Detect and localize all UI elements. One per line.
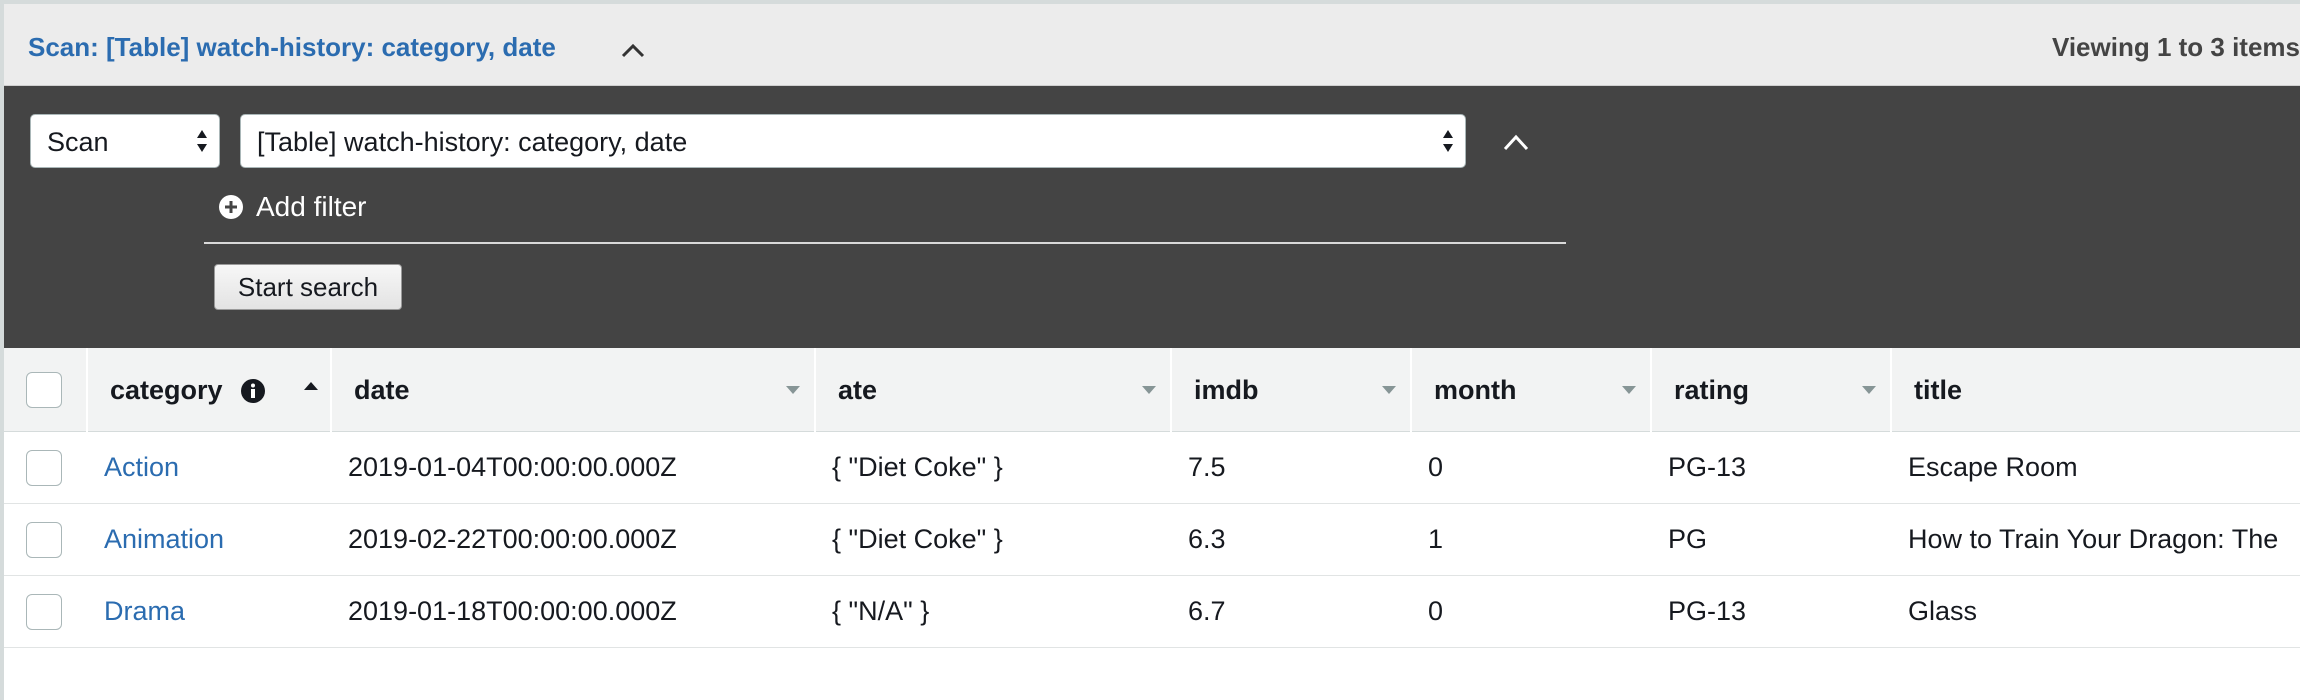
column-header-month[interactable]: month — [1412, 348, 1652, 432]
table-row[interactable]: Animation 2019-02-22T00:00:00.000Z { "Di… — [4, 504, 2300, 576]
month-cell: 0 — [1428, 452, 1444, 482]
table-index-select-value: [Table] watch-history: category, date — [257, 127, 688, 157]
column-label: title — [1914, 375, 1963, 405]
table-row[interactable]: Action 2019-01-04T00:00:00.000Z { "Diet … — [4, 432, 2300, 504]
column-label: date — [354, 375, 410, 405]
category-link[interactable]: Drama — [104, 596, 185, 627]
select-all-checkbox[interactable] — [26, 372, 62, 408]
search-panel: Scan [Table] watch-history: category, da… — [4, 86, 2300, 348]
column-label: ate — [838, 375, 878, 405]
scan-query-select-value: Scan — [47, 127, 109, 157]
items-table: category date ate imdb month rating titl… — [4, 348, 2300, 648]
rating-cell: PG-13 — [1668, 596, 1747, 626]
date-cell: 2019-01-18T00:00:00.000Z — [348, 596, 677, 626]
column-header-imdb[interactable]: imdb — [1172, 348, 1412, 432]
ate-cell: { "Diet Coke" } — [832, 452, 1003, 482]
imdb-cell: 6.7 — [1188, 596, 1226, 626]
table-header: category date ate imdb month rating titl… — [4, 348, 2300, 432]
column-label: rating — [1674, 375, 1750, 405]
column-label: imdb — [1194, 375, 1259, 405]
row-checkbox[interactable] — [26, 594, 62, 630]
table-row[interactable]: Drama 2019-01-18T00:00:00.000Z { "N/A" }… — [4, 576, 2300, 648]
category-link[interactable]: Action — [104, 452, 179, 483]
caret-down-icon[interactable] — [786, 386, 800, 394]
table-index-select[interactable]: [Table] watch-history: category, date — [240, 114, 1466, 168]
date-cell: 2019-02-22T00:00:00.000Z — [348, 524, 677, 554]
ate-cell: { "N/A" } — [832, 596, 930, 626]
caret-down-icon[interactable] — [1382, 386, 1396, 394]
caret-down-icon[interactable] — [1142, 386, 1156, 394]
chevron-up-icon[interactable] — [620, 40, 646, 60]
column-label: category — [110, 375, 223, 405]
column-header-rating[interactable]: rating — [1652, 348, 1892, 432]
month-cell: 0 — [1428, 596, 1444, 626]
column-header-ate[interactable]: ate — [816, 348, 1172, 432]
column-header-title[interactable]: title — [1892, 348, 2300, 432]
rating-cell: PG — [1668, 524, 1708, 554]
info-icon[interactable] — [240, 378, 266, 404]
rating-cell: PG-13 — [1668, 452, 1747, 482]
chevron-up-icon[interactable] — [1501, 130, 1531, 154]
select-caret-icon — [197, 130, 207, 152]
select-all-column — [4, 348, 88, 432]
scan-header: Scan: [Table] watch-history: category, d… — [4, 0, 2300, 86]
title-cell: How to Train Your Dragon: The — [1908, 524, 2279, 554]
scan-query-select[interactable]: Scan — [30, 114, 220, 168]
ate-cell: { "Diet Coke" } — [832, 524, 1003, 554]
row-checkbox[interactable] — [26, 450, 62, 486]
caret-down-icon[interactable] — [1862, 386, 1876, 394]
filter-divider — [204, 242, 1566, 244]
date-cell: 2019-01-04T00:00:00.000Z — [348, 452, 677, 482]
add-filter-button[interactable]: Add filter — [218, 190, 367, 224]
viewing-count: Viewing 1 to 3 items — [2051, 32, 2300, 62]
category-link[interactable]: Animation — [104, 524, 224, 555]
row-checkbox[interactable] — [26, 522, 62, 558]
column-header-date[interactable]: date — [332, 348, 816, 432]
column-label: month — [1434, 375, 1517, 405]
select-caret-icon — [1443, 130, 1453, 152]
month-cell: 1 — [1428, 524, 1444, 554]
sort-ascending-icon[interactable] — [304, 382, 318, 390]
plus-circle-icon — [219, 195, 243, 219]
caret-down-icon[interactable] — [1622, 386, 1636, 394]
imdb-cell: 6.3 — [1188, 524, 1226, 554]
title-cell: Escape Room — [1908, 452, 2078, 482]
dynamodb-items-view: Scan: [Table] watch-history: category, d… — [0, 0, 2300, 700]
column-header-category[interactable]: category — [88, 348, 332, 432]
scan-title[interactable]: Scan: [Table] watch-history: category, d… — [28, 32, 556, 63]
start-search-button[interactable]: Start search — [214, 264, 402, 310]
add-filter-label: Add filter — [256, 191, 367, 222]
imdb-cell: 7.5 — [1188, 452, 1226, 482]
title-cell: Glass — [1908, 596, 1978, 626]
